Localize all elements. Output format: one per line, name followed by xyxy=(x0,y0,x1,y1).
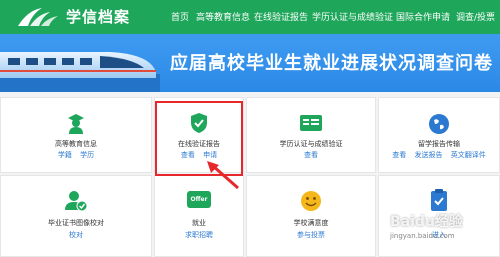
watermark-sub: jingyan.baidu.com xyxy=(390,232,455,240)
graduate-icon xyxy=(68,114,84,134)
card-title: 毕业证书图像校对 xyxy=(48,219,104,227)
link-job-search[interactable]: 求职招聘 xyxy=(185,231,213,239)
link-student-status[interactable]: 学籍 xyxy=(58,151,72,159)
watermark-text: Baidu经验 xyxy=(390,214,463,230)
user-check-icon xyxy=(65,191,87,212)
link-vote[interactable]: 参与投票 xyxy=(297,231,325,239)
link-view-abroad[interactable]: 查看 xyxy=(392,151,406,159)
link-proofread[interactable]: 校对 xyxy=(69,231,83,239)
card-title: 学校满意度 xyxy=(293,219,329,227)
card-certification: 学历认证与成绩验证 查看 xyxy=(246,97,376,173)
nav-home[interactable]: 首页 xyxy=(171,10,189,23)
link-degree[interactable]: 学历 xyxy=(80,151,94,159)
banner-title[interactable]: 应届高校毕业生就业进展状况调查问卷 xyxy=(170,49,493,75)
offer-icon: Offer xyxy=(187,191,211,208)
card-title: 高等教育信息 xyxy=(55,140,97,148)
link-view-certification[interactable]: 查看 xyxy=(304,151,318,159)
top-header: 学信档案 首页 高等教育信息 在线验证报告 学历认证与成绩验证 国际合作申请 调… xyxy=(0,0,500,34)
card-study-abroad: 留学报告传输 查看 发送报告 英文翻译件 xyxy=(378,97,500,173)
link-send-report[interactable]: 发送报告 xyxy=(415,151,443,159)
card-diploma-check: 毕业证书图像校对 校对 xyxy=(0,175,152,257)
smiley-icon xyxy=(301,191,321,211)
id-card-icon xyxy=(300,115,322,131)
link-english-translation[interactable]: 英文翻译件 xyxy=(451,151,486,159)
card-school-satisfaction: 学校满意度 参与投票 xyxy=(246,175,376,257)
logo-icon[interactable] xyxy=(16,6,62,28)
survey-banner[interactable]: 应届高校毕业生就业进展状况调查问卷 xyxy=(0,34,500,92)
card-title: 留学报告传输 xyxy=(418,140,460,148)
nav-higher-education[interactable]: 高等教育信息 xyxy=(196,10,250,23)
pointer-arrow-icon xyxy=(207,161,239,190)
watermark: Baidu经验 jingyan.baidu.com xyxy=(390,211,463,240)
nav-certification[interactable]: 学历认证与成绩验证 xyxy=(312,10,393,23)
card-higher-education: 高等教育信息 学籍 学历 xyxy=(0,97,152,173)
train-illustration xyxy=(0,52,160,92)
nav-survey[interactable]: 调查/投票 xyxy=(456,10,495,23)
globe-icon xyxy=(429,114,449,134)
nav-international[interactable]: 国际合作申请 xyxy=(396,10,450,23)
brand-title[interactable]: 学信档案 xyxy=(66,6,130,27)
card-title: 就业 xyxy=(192,219,206,227)
nav-online-report[interactable]: 在线验证报告 xyxy=(254,10,308,23)
card-title: 学历认证与成绩验证 xyxy=(279,140,343,148)
clipboard-check-icon xyxy=(431,189,447,211)
